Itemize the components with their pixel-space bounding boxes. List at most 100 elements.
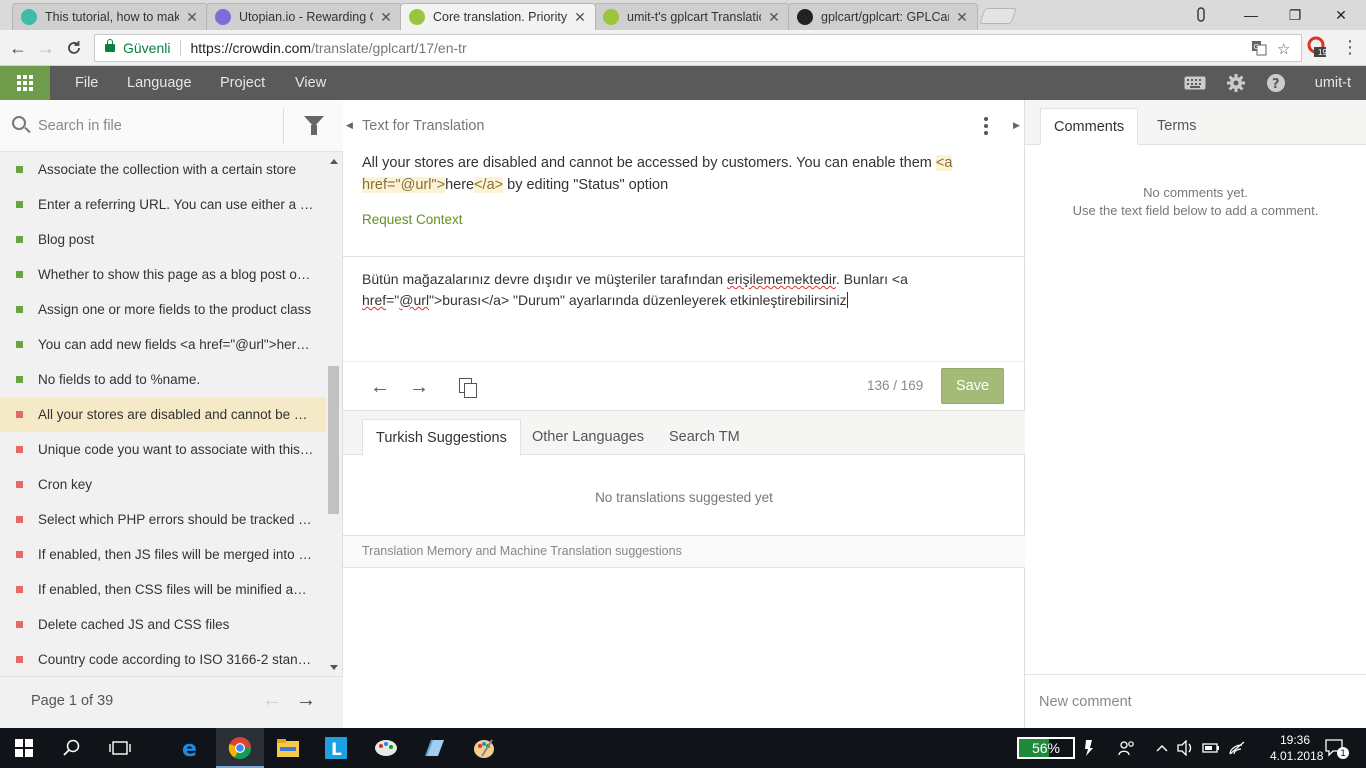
string-item[interactable]: If enabled, then CSS files will be minif…: [0, 572, 326, 607]
notes-app-icon[interactable]: [410, 728, 458, 768]
string-item[interactable]: No fields to add to %name.: [0, 362, 326, 397]
lingo-app-icon[interactable]: L: [312, 728, 360, 768]
menu-file[interactable]: File: [75, 66, 98, 100]
copy-source-icon[interactable]: [459, 378, 477, 398]
prev-page-arrow-icon[interactable]: ←: [262, 689, 282, 712]
strings-scrollbar[interactable]: [326, 152, 341, 677]
minimize-button[interactable]: —: [1228, 0, 1274, 30]
new-tab-button[interactable]: [979, 8, 1017, 24]
new-comment-input[interactable]: [1039, 691, 1349, 713]
clock-date: 4.01.2018: [1270, 749, 1324, 763]
close-tab-icon[interactable]: ✕: [767, 9, 781, 26]
palette-app-icon[interactable]: [460, 728, 508, 768]
previous-string-arrow-icon[interactable]: ←: [368, 375, 392, 399]
tutorial-favicon-icon: [21, 9, 37, 25]
browser-tab-1[interactable]: This tutorial, how to mak ✕: [12, 3, 208, 30]
string-item[interactable]: Cron key: [0, 467, 326, 502]
string-item[interactable]: Blog post: [0, 222, 326, 257]
browser-tab-3-active[interactable]: Core translation. Priority ✕: [400, 3, 596, 30]
windows-start-icon[interactable]: [0, 728, 48, 768]
scroll-up-icon[interactable]: [330, 159, 338, 164]
strings-panel: Associate the collection with a certain …: [0, 100, 343, 728]
menu-view[interactable]: View: [295, 66, 326, 100]
paint-app-icon[interactable]: [362, 728, 410, 768]
bookmark-star-icon[interactable]: ☆: [1277, 40, 1290, 58]
collapse-left-icon[interactable]: ◀: [346, 120, 353, 131]
string-item[interactable]: Country code according to ISO 3166-2 sta…: [0, 642, 326, 677]
tab-other-languages[interactable]: Other Languages: [519, 419, 657, 456]
untranslated-status-icon: [16, 621, 23, 628]
settings-gear-icon[interactable]: [1225, 73, 1247, 93]
battery-indicator[interactable]: 56%: [1017, 737, 1075, 759]
restore-button[interactable]: ❐: [1272, 0, 1318, 30]
string-item[interactable]: Delete cached JS and CSS files: [0, 607, 326, 642]
tab-comments[interactable]: Comments: [1040, 108, 1139, 145]
next-string-arrow-icon[interactable]: →: [407, 375, 431, 399]
string-item[interactable]: Assign one or more fields to the product…: [0, 292, 326, 327]
search-icon[interactable]: [48, 728, 96, 768]
tab-search-tm[interactable]: Search TM: [656, 419, 753, 456]
string-item[interactable]: Associate the collection with a certain …: [0, 152, 326, 187]
keyboard-icon[interactable]: [1184, 73, 1206, 93]
menu-language[interactable]: Language: [127, 66, 192, 100]
request-context-link[interactable]: Request Context: [362, 212, 463, 227]
browser-tab-4[interactable]: umit-t's gplcart Translatio ✕: [594, 3, 790, 30]
chevron-up-icon[interactable]: [1152, 728, 1172, 768]
browser-tab-5[interactable]: gplcart/gplcart: GPLCart ✕: [788, 3, 978, 30]
people-icon[interactable]: [1115, 728, 1139, 768]
apps-grid-icon[interactable]: [0, 66, 50, 100]
svg-text:G: G: [1254, 43, 1259, 51]
string-text: Delete cached JS and CSS files: [38, 617, 230, 632]
string-item[interactable]: Unique code you want to associate with t…: [0, 432, 326, 467]
security-label: Güvenli: [123, 40, 182, 56]
filter-icon[interactable]: [304, 116, 324, 135]
string-item[interactable]: Whether to show this page as a blog post…: [0, 257, 326, 292]
extension-icon[interactable]: 19: [1305, 35, 1329, 59]
next-page-arrow-icon[interactable]: →: [296, 689, 316, 712]
reload-icon[interactable]: [62, 36, 86, 60]
translate-icon[interactable]: G: [1251, 40, 1267, 60]
close-tab-icon[interactable]: ✕: [955, 9, 969, 26]
tab-terms[interactable]: Terms: [1144, 108, 1209, 145]
strings-list: Associate the collection with a certain …: [0, 152, 326, 677]
translation-textarea[interactable]: Bütün mağazalarınız devre dışıdır ve müş…: [362, 269, 982, 311]
user-menu[interactable]: umit-t: [1315, 66, 1351, 100]
string-item[interactable]: You can add new fields <a href="@url">he…: [0, 327, 326, 362]
save-button[interactable]: Save: [941, 368, 1004, 404]
chrome-icon[interactable]: [216, 728, 264, 768]
string-text: You can add new fields <a href="@url">he…: [38, 337, 314, 352]
help-icon[interactable]: ?: [1265, 73, 1287, 93]
forward-arrow-icon[interactable]: →: [34, 36, 58, 60]
translation-editor: ◀ ▶ Text for Translation All your stores…: [343, 100, 1025, 728]
chrome-menu-icon[interactable]: ⋮: [1338, 35, 1362, 59]
wifi-icon[interactable]: [1225, 728, 1249, 768]
collapse-right-icon[interactable]: ▶: [1013, 120, 1020, 131]
close-tab-icon[interactable]: ✕: [185, 9, 199, 26]
battery-icon[interactable]: [1199, 728, 1223, 768]
back-arrow-icon[interactable]: ←: [6, 36, 30, 60]
string-item[interactable]: Select which PHP errors should be tracke…: [0, 502, 326, 537]
scroll-down-icon[interactable]: [330, 665, 338, 670]
string-item[interactable]: If enabled, then JS files will be merged…: [0, 537, 326, 572]
file-explorer-icon[interactable]: [264, 728, 312, 768]
browser-tab-2[interactable]: Utopian.io - Rewarding O ✕: [206, 3, 402, 30]
search-input[interactable]: [38, 114, 278, 138]
task-view-icon[interactable]: [96, 728, 144, 768]
no-comments-line-2: Use the text field below to add a commen…: [1072, 203, 1319, 218]
action-center-icon[interactable]: 1: [1320, 728, 1350, 768]
volume-icon[interactable]: [1174, 728, 1198, 768]
string-item[interactable]: Enter a referring URL. You can use eithe…: [0, 187, 326, 222]
profile-icon[interactable]: [1178, 0, 1224, 30]
menu-project[interactable]: Project: [220, 66, 265, 100]
power-plug-icon[interactable]: [1078, 728, 1100, 768]
scrollbar-thumb[interactable]: [328, 366, 339, 514]
string-item-selected[interactable]: All your stores are disabled and cannot …: [0, 397, 326, 432]
edge-browser-icon[interactable]: e: [168, 728, 216, 768]
more-options-icon[interactable]: [983, 116, 989, 136]
system-clock[interactable]: 19:36 4.01.2018: [1270, 732, 1324, 764]
url-field[interactable]: Güvenli https://crowdin.com/translate/gp…: [94, 34, 1302, 62]
close-tab-icon[interactable]: ✕: [573, 9, 587, 26]
close-tab-icon[interactable]: ✕: [379, 9, 393, 26]
tab-turkish-suggestions[interactable]: Turkish Suggestions: [362, 419, 521, 456]
close-window-button[interactable]: ✕: [1318, 0, 1364, 30]
